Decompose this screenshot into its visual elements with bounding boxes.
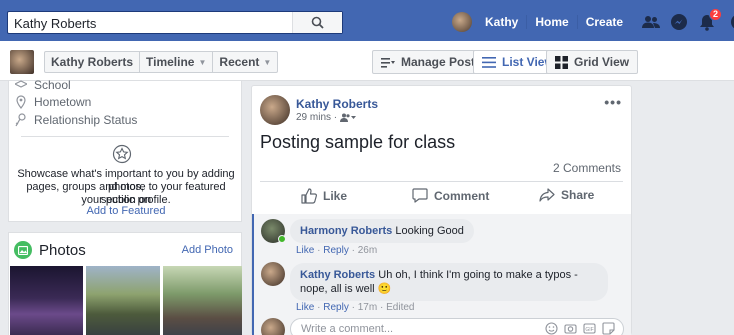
comment-author[interactable]: Kathy Roberts [300,269,375,281]
star-badge-icon [112,144,132,164]
timeline-label: Timeline [146,55,195,69]
create-link[interactable]: Create [578,15,631,29]
intro-card: School Hometown Relationship Status Show… [8,78,243,222]
top-navigation-bar: Kathy Roberts Kathy Home Create 2 ? [0,0,734,41]
comment-reply-link[interactable]: Reply [323,245,349,256]
comments-section: Harmony Roberts Looking Good Like · Repl… [252,214,631,335]
comment-time[interactable]: 26m [358,245,377,256]
profile-subbar: Kathy Roberts Timeline ▼ Recent ▼ Manage P… [0,41,734,81]
smiley-emoji-icon: 🙂 [377,283,392,295]
comment-bubble: Kathy Roberts Uh oh, I think I'm going t… [290,263,608,301]
comment-placeholder: Write a comment... [301,323,394,335]
author-avatar[interactable] [260,95,290,125]
photos-card: Photos Add Photo [8,232,242,335]
recent-dropdown[interactable]: Recent ▼ [213,52,277,72]
search-input[interactable]: Kathy Roberts [14,16,96,31]
comment-text: Looking Good [395,225,464,237]
photo-thumbnail[interactable] [163,266,242,335]
comment-edited-label: Edited [386,302,415,313]
comment-bubble: Harmony Roberts Looking Good [290,219,474,243]
search-icon [311,16,324,29]
home-link[interactable]: Home [527,15,578,29]
comment-author[interactable]: Harmony Roberts [300,225,392,237]
share-arrow-icon [539,188,555,202]
comment-count[interactable]: 2 Comments [553,161,621,175]
hometown-label: Hometown [34,95,92,109]
photo-thumbnail[interactable] [10,266,83,335]
sticker-icon[interactable] [602,322,615,335]
current-user-avatar [261,318,285,335]
like-button[interactable]: Like [301,188,347,204]
profile-thumbnail[interactable] [10,50,34,74]
emoji-icon[interactable] [545,322,558,335]
notification-badge: 2 [709,8,723,21]
comment-bubble-icon [412,188,428,203]
chevron-down-icon: ▼ [198,57,207,67]
profile-breadcrumb: Kathy Roberts Timeline ▼ Recent ▼ [44,51,279,73]
profile-name: Kathy Roberts [51,55,134,69]
user-avatar[interactable] [452,12,472,32]
help-icon[interactable]: ? [729,12,734,32]
list-view-icon [482,56,496,68]
svg-text:GIF: GIF [585,327,593,333]
grid-view-label: Grid View [574,55,630,69]
profile-link[interactable]: Kathy [477,15,528,29]
like-label: Like [323,189,348,203]
comment-time[interactable]: 17m [358,302,377,313]
divider [21,136,229,137]
relationship-icon [15,113,26,127]
recent-label: Recent [219,55,260,69]
school-row[interactable]: School [15,78,71,92]
profile-name-crumb[interactable]: Kathy Roberts [45,52,141,72]
hometown-row[interactable]: Hometown [15,95,91,109]
post-timestamp[interactable]: 29 mins · [296,112,337,123]
photos-icon [14,241,32,259]
notifications-icon[interactable]: 2 [697,8,723,32]
friend-requests-icon[interactable] [641,12,661,32]
divider [260,181,623,182]
commenter-avatar[interactable] [261,262,285,286]
school-icon [15,80,27,88]
comment-like-link[interactable]: Like [296,245,314,256]
comment-like-link[interactable]: Like [296,302,314,313]
add-photo-link[interactable]: Add Photo [182,244,233,256]
location-pin-icon [16,95,26,109]
post-options-icon[interactable]: ••• [604,94,622,110]
photos-title[interactable]: Photos [39,242,86,259]
messenger-icon[interactable] [669,12,689,32]
photo-thumbnail[interactable] [86,266,160,335]
grid-view-button[interactable]: Grid View [546,50,639,74]
post-text: Posting sample for class [260,132,456,152]
search-box[interactable]: Kathy Roberts [7,11,343,34]
audience-friends-icon[interactable] [340,113,357,122]
post-card: Kathy Roberts 29 mins · ••• Posting samp… [251,85,632,335]
timeline-dropdown[interactable]: Timeline ▼ [140,52,214,72]
search-button[interactable] [292,12,342,33]
share-label: Share [561,188,595,202]
post-author-name[interactable]: Kathy Roberts [296,97,378,111]
grid-view-icon [555,55,568,69]
write-comment-input[interactable]: Write a comment... GIF [290,318,624,335]
comment-text: well [355,283,375,295]
manage-posts-label: Manage Posts [401,55,482,69]
gif-icon[interactable]: GIF [583,322,596,335]
manage-posts-icon [381,57,395,68]
thumbs-up-icon [301,188,317,204]
relationship-row[interactable]: Relationship Status [15,113,137,127]
add-to-featured-link[interactable]: Add to Featured [9,205,243,217]
camera-icon[interactable] [564,322,577,335]
comment-label: Comment [434,188,490,203]
comment-reply-link[interactable]: Reply [323,302,349,313]
school-label: School [34,78,71,92]
online-status-dot [278,235,286,243]
chevron-down-icon: ▼ [263,57,272,67]
relationship-label: Relationship Status [34,113,138,127]
comment-button[interactable]: Comment [412,188,489,203]
share-button[interactable]: Share [539,188,594,202]
